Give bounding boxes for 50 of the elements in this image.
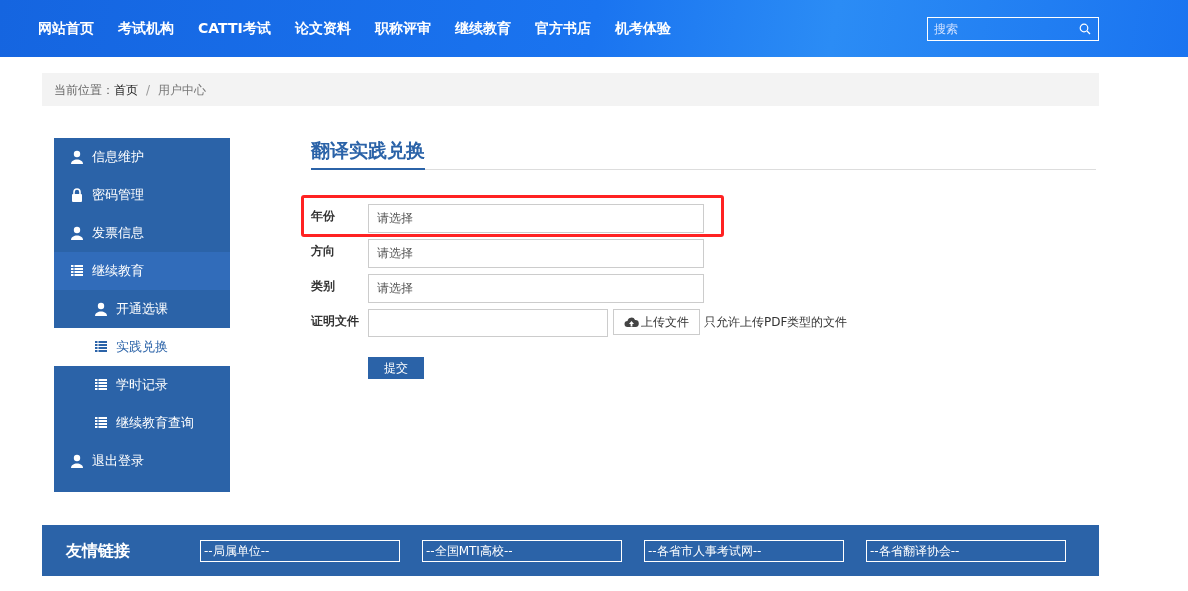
- sidebar-item[interactable]: 继续教育查询: [54, 404, 230, 442]
- upload-hint: 只允许上传PDF类型的文件: [704, 313, 848, 331]
- user-icon: [70, 454, 84, 468]
- sidebar-item[interactable]: 退出登录: [54, 442, 230, 480]
- user-icon: [70, 226, 84, 240]
- nav-link[interactable]: 继续教育: [454, 18, 511, 39]
- page-title: 翻译实践兑换: [311, 136, 425, 170]
- nav-link[interactable]: 职称评审: [374, 18, 431, 39]
- breadcrumb-separator: /: [146, 81, 151, 99]
- nav-link[interactable]: 论文资料: [294, 18, 351, 39]
- sidebar-item[interactable]: 发票信息: [54, 214, 230, 252]
- user-icon: [94, 302, 108, 316]
- list-icon: [94, 378, 108, 392]
- search-field[interactable]: 搜索: [927, 16, 1099, 41]
- file-field[interactable]: [368, 308, 608, 337]
- breadcrumb-item: 用户中心: [158, 81, 207, 99]
- select-field[interactable]: 请选择: [368, 238, 704, 268]
- nav-link[interactable]: 机考体验: [614, 18, 671, 39]
- select-field[interactable]: 请选择: [368, 203, 704, 233]
- link-select[interactable]: --各省市人事考试网--: [644, 539, 844, 562]
- field-label: 证明文件: [311, 312, 360, 330]
- nav-link[interactable]: 网站首页: [38, 18, 94, 39]
- field-label: 年份: [311, 207, 336, 225]
- field-label: 类别: [311, 277, 336, 295]
- breadcrumb-item[interactable]: 首页: [114, 80, 138, 99]
- field-label: 方向: [311, 242, 336, 260]
- cloud-upload-icon: [624, 315, 639, 328]
- list-icon: [94, 340, 108, 354]
- sidebar-item[interactable]: 实践兑换: [54, 328, 230, 366]
- sidebar-item[interactable]: 学时记录: [54, 366, 230, 404]
- link-select[interactable]: --全国MTI高校--: [422, 539, 622, 562]
- sidebar-item[interactable]: 继续教育: [54, 252, 230, 290]
- select-field[interactable]: 请选择: [368, 273, 704, 303]
- nav-link[interactable]: CATTI考试: [198, 18, 271, 39]
- link-select[interactable]: --局属单位--: [200, 539, 400, 562]
- link-select[interactable]: --各省翻译协会--: [866, 539, 1066, 562]
- sidebar-item[interactable]: 密码管理: [54, 176, 230, 214]
- user-icon: [70, 150, 84, 164]
- upload-button[interactable]: 上传文件: [613, 308, 700, 335]
- nav-link[interactable]: 官方书店: [534, 18, 591, 39]
- list-icon: [70, 264, 84, 278]
- lock-icon: [70, 188, 84, 202]
- nav-link[interactable]: 考试机构: [118, 18, 174, 39]
- sidebar-item[interactable]: 开通选课: [54, 290, 230, 328]
- sidebar-item[interactable]: 信息维护: [54, 138, 230, 176]
- submit-button[interactable]: 提交: [368, 356, 424, 379]
- breadcrumb-label: 当前位置：: [54, 81, 114, 99]
- list-icon: [94, 416, 108, 430]
- footer-title: 友情链接: [66, 539, 131, 562]
- search-icon: [1079, 22, 1091, 35]
